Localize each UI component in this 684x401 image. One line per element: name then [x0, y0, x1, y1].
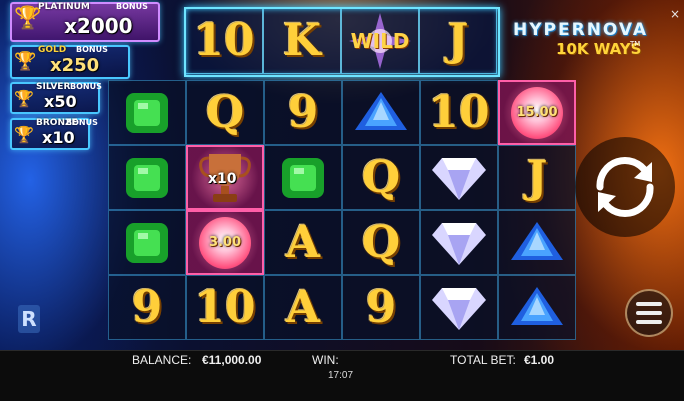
silver-bonus-multiplier: x50: [44, 92, 77, 111]
grid-cell-r1c3: 9: [264, 80, 342, 145]
gold-bonus-tag: BONUS: [76, 45, 108, 54]
provider-logo: R: [18, 305, 40, 333]
game-logo-subtitle: 10K WAYS: [556, 40, 642, 58]
top-symbol-3: WILD: [341, 8, 419, 74]
gold-trophy-icon: 🏆: [14, 51, 37, 72]
grid-cell-r2c5: [420, 145, 498, 210]
bronze-trophy-icon: 🏆: [14, 125, 34, 144]
grid-cell-r3c5: [420, 210, 498, 275]
spin-button[interactable]: [575, 137, 675, 237]
symbol-wild: WILD: [350, 29, 410, 53]
silver-bonus-panel: 🏆 SILVER BONUS x50: [10, 82, 102, 114]
green-emerald-icon: [126, 157, 168, 198]
grid-cell-r4c5: [420, 275, 498, 340]
total-bet-value: €1.00: [524, 353, 555, 367]
green-emerald-icon: [282, 157, 324, 198]
platinum-bonus-panel: 🏆 PLATINUM BONUS x2000: [10, 2, 160, 42]
bronze-bonus-multiplier: x10: [42, 128, 75, 147]
balance-value: €11,000.00: [202, 353, 262, 367]
diamond-icon: [432, 222, 486, 265]
gold-bonus-multiplier: x250: [50, 55, 100, 76]
platinum-bonus-multiplier: x2000: [64, 14, 133, 38]
symbol-ten: 10: [193, 15, 255, 66]
grid-cell-r1c1: [108, 80, 186, 145]
bronze-multiplier-label: x10: [208, 171, 237, 187]
green-emerald-icon: [126, 92, 168, 133]
reel-grid: Q 9 10 15.00 x10 Q J 3.00 A Q 9 10 A 9: [108, 80, 576, 340]
menu-icon-line: [636, 302, 662, 306]
grid-cell-r3c1: [108, 210, 186, 275]
diamond-icon: [432, 287, 486, 330]
top-reel: 10 K WILD J: [185, 8, 497, 74]
grid-cell-r4c3: A: [264, 275, 342, 340]
top-symbol-1: 10: [185, 8, 263, 74]
grid-cell-r4c2: 10: [186, 275, 264, 340]
grid-cell-r1c4: [342, 80, 420, 145]
blue-gem-icon: [511, 286, 563, 325]
menu-button[interactable]: [625, 289, 673, 337]
silver-bonus-name: SILVER: [36, 82, 71, 92]
symbol-jack: J: [447, 15, 469, 66]
silver-bonus-tag: BONUS: [70, 82, 102, 91]
menu-icon-line: [636, 311, 662, 315]
top-symbol-4: J: [419, 8, 497, 74]
grid-cell-r4c1: 9: [108, 275, 186, 340]
grid-cell-r4c4: 9: [342, 275, 420, 340]
cash-orb: 3.00: [199, 216, 251, 269]
symbol-king: K: [282, 15, 322, 66]
grid-cell-r2c1: [108, 145, 186, 210]
platinum-bonus-name: PLATINUM: [38, 2, 90, 12]
symbol-queen: Q: [205, 86, 245, 138]
balance-label: BALANCE:: [132, 353, 192, 367]
trademark-mark: TM: [630, 40, 641, 48]
symbol-nine: 9: [287, 86, 319, 138]
symbol-queen: Q: [361, 151, 401, 203]
symbol-nine: 9: [365, 281, 397, 333]
blue-gem-icon: [511, 221, 563, 260]
cash-value: 15.00: [516, 105, 558, 120]
status-bar: BALANCE: €11,000.00 WIN: TOTAL BET: €1.0…: [0, 350, 684, 401]
symbol-ten: 10: [428, 86, 490, 138]
diamond-icon: [432, 157, 486, 200]
grid-cell-r1c2: Q: [186, 80, 264, 145]
symbol-nine: 9: [131, 281, 163, 333]
win-label: WIN:: [312, 353, 339, 367]
top-symbol-2: K: [263, 8, 341, 74]
gold-bonus-name: GOLD: [38, 45, 67, 55]
silver-trophy-icon: 🏆: [14, 89, 34, 108]
grid-cell-r3c3: A: [264, 210, 342, 275]
grid-cell-r2c4: Q: [342, 145, 420, 210]
symbol-jack: J: [526, 151, 548, 203]
symbol-ace: A: [285, 216, 321, 268]
game-logo-title: HYPERNOVA: [513, 20, 649, 40]
bronze-bonus-tag: BONUS: [66, 118, 98, 127]
grid-cell-r2c2: x10: [186, 145, 264, 210]
grid-cell-r3c6: [498, 210, 576, 275]
grid-cell-r3c2: 3.00: [186, 210, 264, 275]
bronze-bonus-panel: 🏆 BRONZE BONUS x10: [10, 118, 98, 150]
close-icon[interactable]: ×: [670, 8, 680, 20]
grid-cell-r2c3: [264, 145, 342, 210]
total-bet-label: TOTAL BET:: [450, 353, 516, 367]
clock: 17:07: [328, 370, 354, 381]
symbol-ace: A: [285, 281, 321, 333]
symbol-queen: Q: [361, 216, 401, 268]
cash-value: 3.00: [208, 235, 242, 250]
cash-orb: 15.00: [511, 86, 563, 139]
spin-icon: [596, 157, 654, 217]
grid-cell-r1c5: 10: [420, 80, 498, 145]
menu-icon-line: [636, 320, 662, 324]
grid-cell-r2c6: J: [498, 145, 576, 210]
grid-cell-r3c4: Q: [342, 210, 420, 275]
grid-cell-r1c6: 15.00: [498, 80, 576, 145]
gold-bonus-panel: 🏆 GOLD BONUS x250: [10, 45, 130, 79]
platinum-bonus-tag: BONUS: [116, 2, 148, 11]
symbol-ten: 10: [194, 281, 256, 333]
blue-gem-icon: [355, 91, 407, 130]
green-emerald-icon: [126, 222, 168, 263]
grid-cell-r4c6: [498, 275, 576, 340]
